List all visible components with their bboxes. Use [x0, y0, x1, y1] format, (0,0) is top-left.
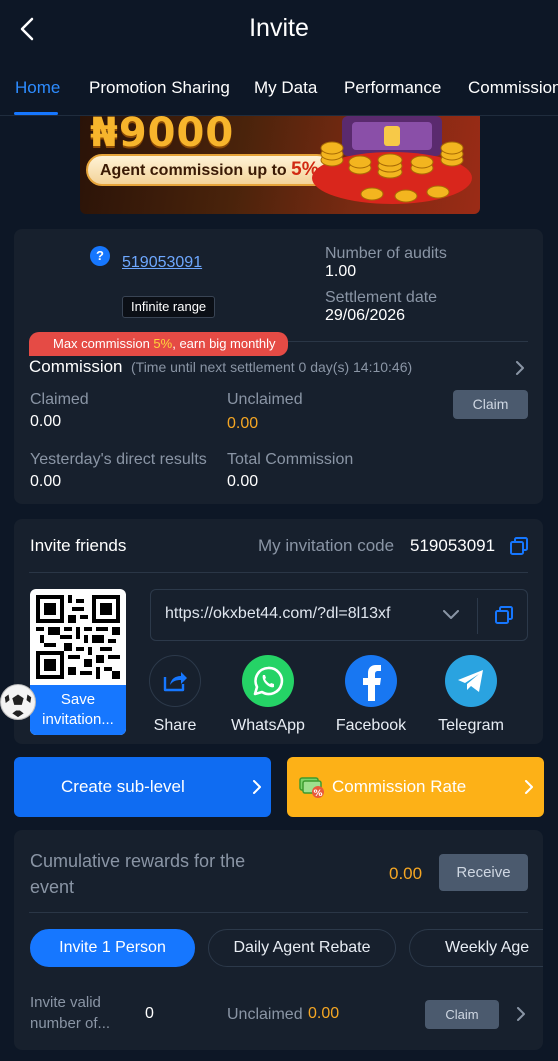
range-tag: Infinite range: [122, 296, 216, 318]
agent-id-link[interactable]: 519053091: [122, 254, 202, 272]
yesterday-value: 0.00: [30, 473, 62, 490]
chevron-right-icon[interactable]: [514, 1007, 528, 1021]
tab-my-data[interactable]: My Data: [254, 78, 317, 98]
claimed-value: 0.00: [30, 413, 62, 430]
agent-commission-card: ? 519053091 Infinite range Number of aud…: [14, 229, 543, 504]
divider: [29, 572, 528, 573]
whatsapp-button[interactable]: WhatsApp: [228, 655, 308, 735]
tab-home[interactable]: Home: [15, 78, 60, 98]
rewards-unclaimed-value: 0.00: [308, 1005, 340, 1022]
unclaimed-value: 0.00: [227, 415, 259, 432]
pill-weekly-agent[interactable]: Weekly Age: [409, 929, 543, 967]
chevron-down-icon[interactable]: [443, 610, 459, 620]
share-label: Share: [153, 717, 197, 734]
unclaimed-label: Unclaimed: [227, 391, 303, 408]
max-commission-ribbon: Max commission 5%, earn big monthly: [29, 332, 288, 356]
banner-amount: ₦9000: [90, 116, 235, 156]
create-sublevel-label: Create sub-level: [61, 777, 185, 796]
share-button[interactable]: Share: [135, 655, 215, 735]
facebook-icon: [345, 655, 397, 707]
invite-valid-value: 0: [145, 1005, 154, 1022]
commission-rate-label: Commission Rate: [332, 777, 467, 796]
commission-title: Commission: [29, 357, 123, 376]
telegram-icon: [445, 655, 497, 707]
tab-bar: Home Promotion Sharing My Data Performan…: [0, 66, 558, 116]
chevron-right-icon: [253, 780, 261, 794]
invitation-url-text: https://okxbet44.com/?dl=8l13xf: [165, 605, 391, 622]
rewards-unclaimed-label: Unclaimed: [227, 1006, 303, 1023]
total-commission-label: Total Commission: [227, 451, 354, 468]
yesterday-label: Yesterday's direct results: [30, 451, 207, 468]
audits-label: Number of audits: [325, 245, 447, 262]
divider: [29, 912, 528, 913]
create-sublevel-button[interactable]: Create sub-level: [14, 757, 271, 817]
invite-valid-label: Invite valid number of...: [30, 994, 111, 1032]
url-separator: [477, 598, 478, 634]
chevron-right-icon: [525, 780, 533, 794]
qr-code-icon: [36, 595, 120, 679]
qr-code-card[interactable]: Save invitation...: [30, 589, 126, 735]
claimed-label: Claimed: [30, 391, 89, 408]
settlement-label: Settlement date: [325, 289, 438, 306]
receive-button[interactable]: Receive: [439, 854, 528, 891]
tab-performance[interactable]: Performance: [344, 78, 441, 98]
total-commission-value: 0.00: [227, 473, 259, 490]
commission-rate-button[interactable]: % Commission Rate: [287, 757, 544, 817]
treasure-chest-icon: [312, 116, 472, 204]
svg-text:%: %: [313, 789, 322, 799]
claim-commission-button[interactable]: Claim: [453, 390, 528, 419]
telegram-button[interactable]: Telegram: [431, 655, 511, 735]
save-invitation-button[interactable]: Save invitation...: [30, 685, 126, 735]
chevron-right-icon: [516, 361, 524, 375]
rewards-card: Cumulative rewards for the event 0.00 Re…: [14, 830, 543, 1050]
invite-friends-card: Invite friends My invitation code 519053…: [14, 519, 543, 744]
banner-pill-text: Agent commission up to: [100, 162, 292, 179]
whatsapp-label: WhatsApp: [231, 717, 305, 734]
active-tab-indicator: [14, 112, 58, 115]
pill-daily-agent-rebate[interactable]: Daily Agent Rebate: [208, 929, 396, 967]
soccer-ball-icon[interactable]: [0, 684, 36, 720]
commission-countdown: (Time until next settlement 0 day(s) 14:…: [131, 359, 413, 375]
pill-invite-1-person[interactable]: Invite 1 Person: [30, 929, 195, 967]
money-icon: %: [299, 777, 324, 799]
page-title: Invite: [249, 14, 309, 42]
help-icon[interactable]: ?: [90, 246, 110, 266]
invitation-url-field[interactable]: https://okxbet44.com/?dl=8l13xf: [150, 589, 528, 641]
copy-url-icon[interactable]: [495, 606, 513, 624]
app-header: Invite: [0, 0, 558, 60]
share-icon: [149, 655, 201, 707]
invite-friends-title: Invite friends: [30, 536, 127, 555]
ribbon-text-post: , earn big monthly: [172, 336, 276, 351]
promo-banner[interactable]: ₦9000 Agent commission up to 5%: [80, 116, 480, 214]
cumulative-rewards-title: Cumulative rewards for the event: [30, 851, 246, 897]
invitation-code-label: My invitation code: [258, 536, 395, 555]
facebook-label: Facebook: [335, 717, 407, 734]
ribbon-percent: 5%: [153, 336, 173, 351]
invitation-code-value: 519053091: [410, 536, 496, 555]
tab-promotion-sharing[interactable]: Promotion Sharing: [89, 78, 230, 98]
cumulative-rewards-value: 0.00: [389, 864, 423, 883]
banner-pill: Agent commission up to 5%: [86, 154, 333, 186]
facebook-button[interactable]: Facebook: [331, 655, 411, 735]
tab-commission[interactable]: Commission: [468, 78, 558, 98]
copy-icon[interactable]: [510, 537, 528, 555]
rewards-claim-button[interactable]: Claim: [425, 1000, 499, 1029]
commission-row[interactable]: Commission (Time until next settlement 0…: [29, 355, 529, 381]
telegram-label: Telegram: [438, 717, 504, 734]
settlement-value: 29/06/2026: [325, 307, 406, 324]
audits-value: 1.00: [325, 263, 357, 280]
ribbon-text-pre: Max commission: [53, 336, 154, 351]
whatsapp-icon: [242, 655, 294, 707]
